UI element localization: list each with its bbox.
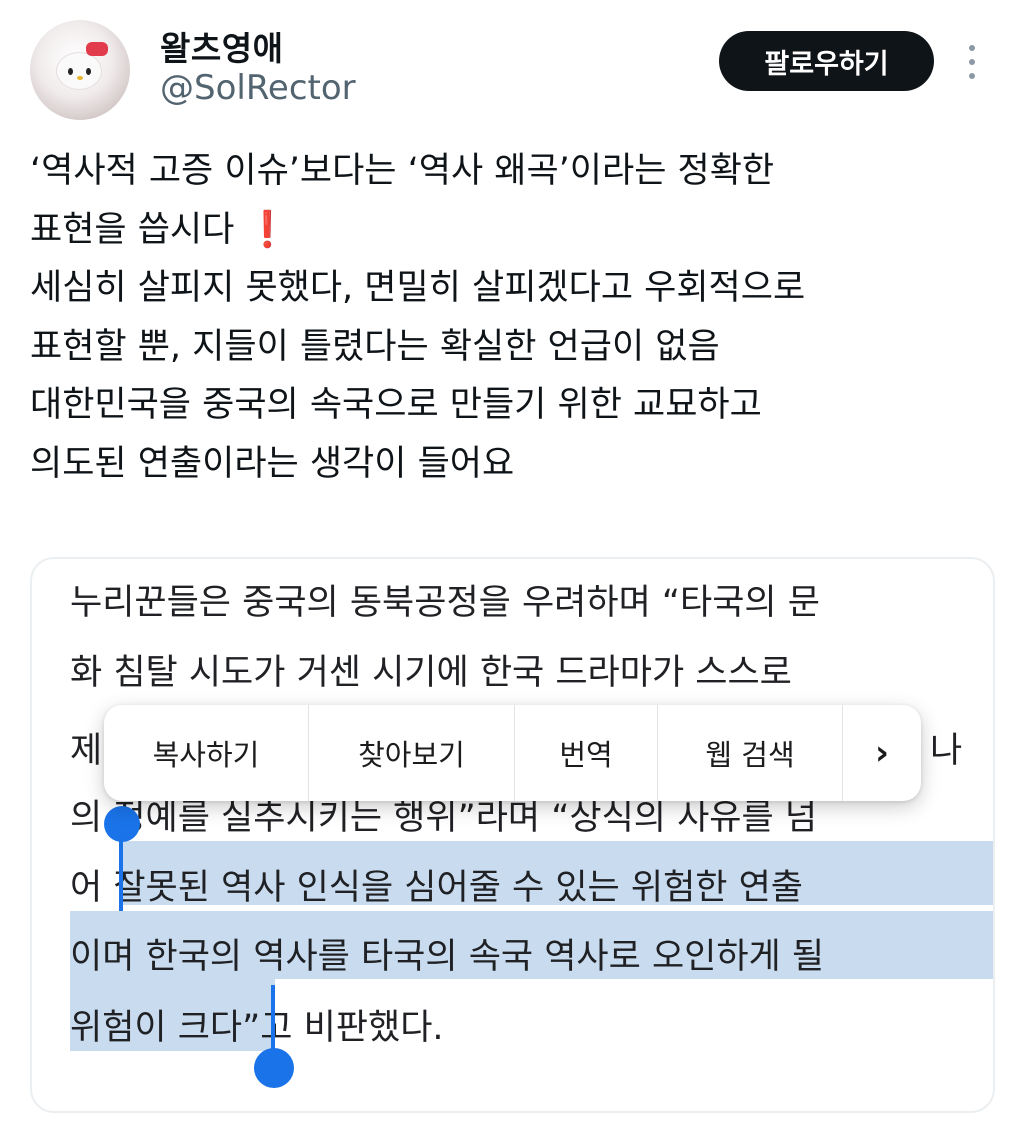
article-line: 누리꾼들은 중국의 동북공정을 우려하며 “타국의 문 — [70, 583, 820, 623]
article-line: 제 — [70, 731, 103, 771]
tweet-line: 대한민국을 중국의 속국으로 만들기 위한 교묘하고 — [30, 385, 762, 425]
avatar-nose — [77, 76, 83, 80]
selected-text[interactable]: 위험이 크다 — [70, 1008, 242, 1048]
more-vertical-icon[interactable] — [962, 42, 982, 82]
copy-menu-item[interactable]: 복사하기 — [104, 705, 309, 801]
selected-text[interactable]: 잘못된 역사 인식을 심어줄 수 있는 위험한 연출 — [113, 868, 803, 908]
avatar-bow — [86, 42, 108, 56]
selection-end-handle[interactable] — [271, 985, 275, 1055]
article-line selected-text[interactable]: 이며 한국의 역사를 타국의 속국 역사로 오인하게 될 — [70, 928, 824, 986]
tweet-line: 세심히 살피지 못했다, 면밀히 살피겠다고 우회적으로 — [30, 268, 806, 308]
display-name[interactable]: 왈츠영애 — [160, 22, 283, 70]
selection-start-handle-knob[interactable] — [104, 806, 140, 842]
tweet-line: 의도된 연출이라는 생각이 들어요 — [30, 443, 515, 484]
article-line: 나 — [930, 731, 963, 771]
tweet-header: 왈츠영애 @SolRector 팔로우하기 — [0, 0, 1024, 120]
tweet-line: ‘역사적 고증 이슈’보다는 ‘역사 왜곡’이라는 정확한 — [30, 151, 775, 191]
tweet-line: 표현할 뿐, 지들이 틀렸다는 확실한 언급이 없음 — [30, 326, 720, 367]
article-image-card[interactable]: 누리꾼들은 중국의 동북공정을 우려하며 “타국의 문 화 침탈 시도가 거센 … — [30, 557, 995, 1113]
avatar[interactable] — [30, 20, 130, 120]
translate-menu-item[interactable]: 번역 — [515, 705, 658, 801]
look-up-menu-item[interactable]: 찾아보기 — [309, 705, 515, 801]
chevron-right-icon[interactable]: › — [843, 705, 921, 801]
avatar-face — [56, 52, 102, 90]
tweet-line: 표현을 씁시다 ❗ — [30, 201, 1000, 260]
selection-end-handle-knob[interactable] — [254, 1048, 294, 1088]
avatar-eye — [68, 68, 73, 75]
text-selection-menu: 복사하기 찾아보기 번역 웹 검색 › — [104, 705, 921, 801]
follow-button[interactable]: 팔로우하기 — [719, 31, 934, 91]
article-text: 어 — [70, 868, 114, 908]
article-line: 화 침탈 시도가 거센 시기에 한국 드라마가 스스로 — [70, 653, 792, 693]
article-line: 위험이 크다”고 비판했다. — [70, 999, 444, 1057]
exclamation-emoji-icon: ❗ — [245, 209, 290, 250]
user-handle[interactable]: @SolRector — [160, 68, 356, 108]
article-line: 어 잘못된 역사 인식을 심어줄 수 있는 위험한 연출 — [70, 859, 803, 917]
avatar-eye — [86, 68, 91, 75]
tweet-line-text: 표현을 씁시다 — [30, 209, 235, 250]
tweet-text: ‘역사적 고증 이슈’보다는 ‘역사 왜곡’이라는 정확한 표현을 씁시다 ❗ … — [30, 142, 1000, 493]
web-search-menu-item[interactable]: 웹 검색 — [658, 705, 843, 801]
